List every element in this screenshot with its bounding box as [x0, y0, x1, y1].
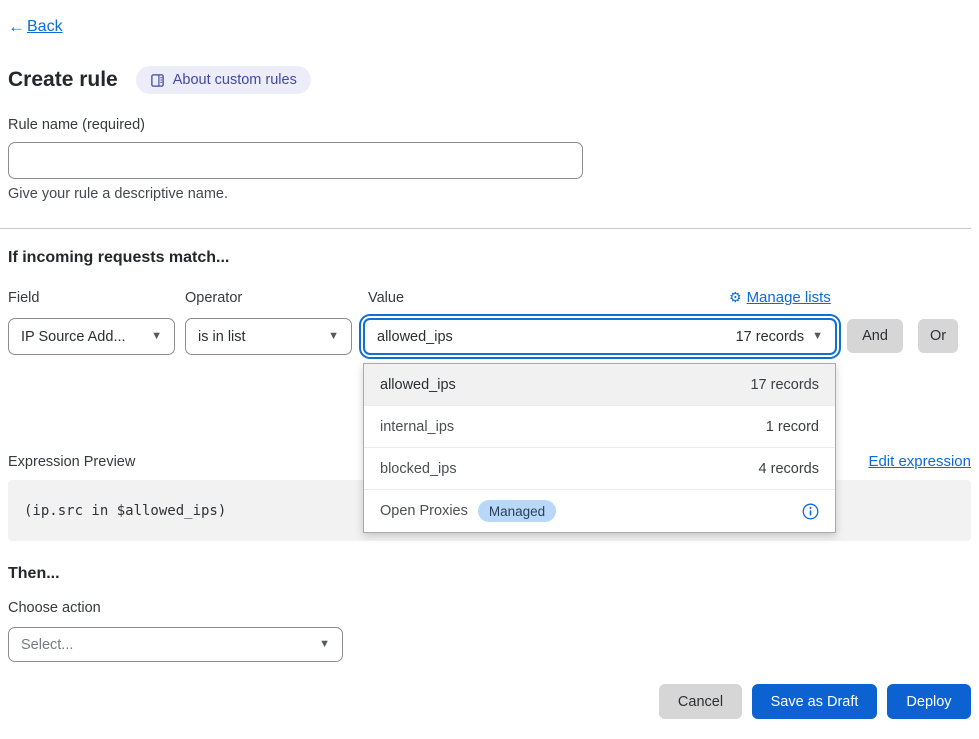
list-record-count: 17 records [750, 377, 819, 393]
dropdown-item-blocked-ips[interactable]: blocked_ips 4 records [364, 448, 835, 490]
about-custom-rules-label: About custom rules [173, 72, 297, 88]
choose-action-label: Choose action [8, 600, 101, 616]
then-section-heading: Then... [8, 565, 60, 583]
dropdown-item-allowed-ips[interactable]: allowed_ips 17 records [364, 364, 835, 406]
list-name: allowed_ips [380, 377, 456, 393]
book-icon [150, 73, 165, 88]
rule-name-helper: Give your rule a descriptive name. [8, 186, 228, 202]
deploy-button[interactable]: Deploy [887, 684, 971, 719]
field-select-value: IP Source Add... [21, 329, 126, 345]
cancel-button[interactable]: Cancel [659, 684, 742, 719]
field-select[interactable]: IP Source Add... ▼ [8, 318, 175, 355]
operator-select[interactable]: is in list ▼ [185, 318, 352, 355]
and-button[interactable]: And [847, 319, 903, 353]
match-section-heading: If incoming requests match... [8, 249, 229, 267]
save-as-draft-button[interactable]: Save as Draft [752, 684, 877, 719]
choose-action-placeholder: Select... [21, 637, 73, 653]
create-rule-page: ←Back Create rule About custom rules Rul… [0, 0, 979, 739]
dropdown-item-internal-ips[interactable]: internal_ips 1 record [364, 406, 835, 448]
field-column-label: Field [8, 290, 39, 306]
value-select-record-count: 17 records [736, 329, 805, 345]
list-record-count: 1 record [766, 419, 819, 435]
rule-name-input[interactable] [8, 142, 583, 179]
about-custom-rules-link[interactable]: About custom rules [136, 66, 311, 94]
value-dropdown-panel: allowed_ips 17 records internal_ips 1 re… [363, 363, 836, 533]
caret-down-icon: ▼ [812, 331, 823, 342]
manage-lists-link[interactable]: ⚙ Manage lists [729, 289, 831, 306]
edit-expression-link[interactable]: Edit expression [868, 453, 971, 470]
section-divider [0, 228, 971, 229]
caret-down-icon: ▼ [151, 331, 162, 342]
expression-preview-label: Expression Preview [8, 454, 135, 470]
value-select-value: allowed_ips [377, 329, 453, 345]
back-link-label: Back [27, 18, 63, 36]
title-row: Create rule About custom rules [8, 66, 311, 94]
managed-badge: Managed [478, 500, 556, 522]
operator-select-value: is in list [198, 329, 246, 345]
gear-icon: ⚙ [729, 289, 742, 306]
rule-name-label: Rule name (required) [8, 117, 145, 133]
choose-action-select[interactable]: Select... ▼ [8, 627, 343, 662]
list-name: blocked_ips [380, 461, 457, 477]
list-name: internal_ips [380, 419, 454, 435]
operator-column-label: Operator [185, 290, 242, 306]
value-column-label: Value [368, 290, 404, 306]
info-icon[interactable] [802, 503, 819, 520]
list-record-count: 4 records [759, 461, 819, 477]
value-select[interactable]: allowed_ips 17 records ▼ [363, 318, 837, 355]
back-link[interactable]: ←Back [8, 17, 63, 37]
dropdown-item-open-proxies[interactable]: Open Proxies Managed [364, 490, 835, 532]
caret-down-icon: ▼ [328, 331, 339, 342]
back-arrow-icon: ← [8, 17, 25, 37]
caret-down-icon: ▼ [319, 639, 330, 650]
list-name: Open Proxies [380, 503, 468, 519]
edit-expression-label: Edit expression [868, 453, 971, 470]
manage-lists-label: Manage lists [747, 289, 831, 306]
page-title: Create rule [8, 68, 118, 92]
or-button[interactable]: Or [918, 319, 958, 353]
expression-code: (ip.src in $allowed_ips) [24, 503, 226, 519]
